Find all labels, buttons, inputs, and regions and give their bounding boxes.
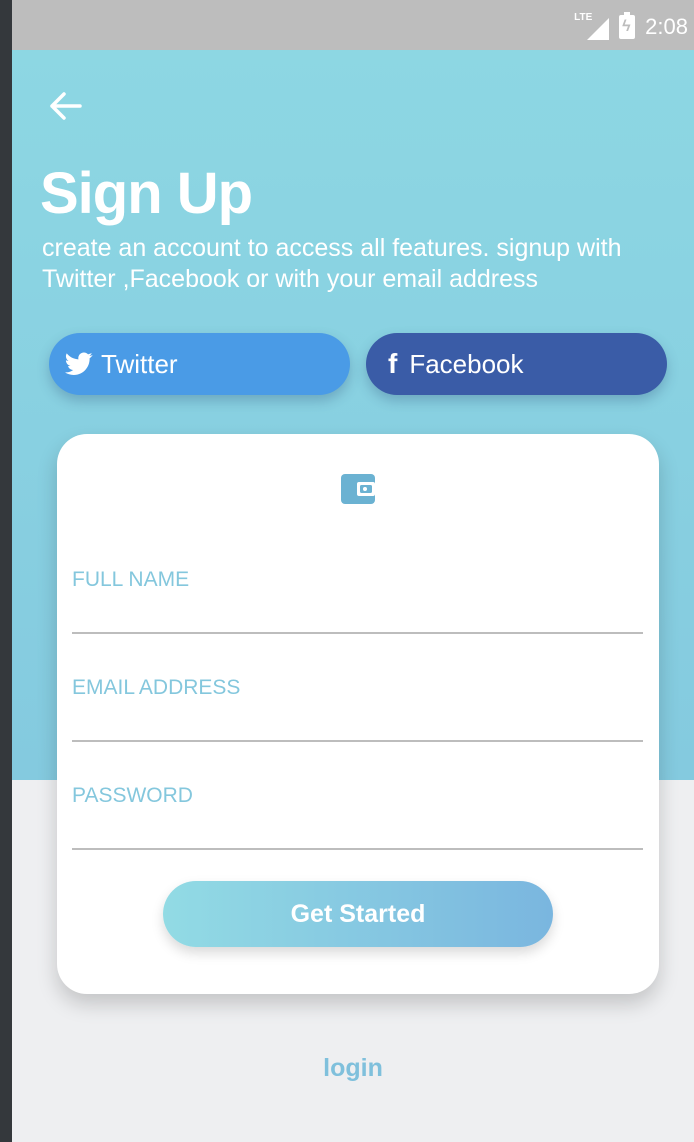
battery-charging-icon: ϟ — [619, 12, 636, 39]
page-title: Sign Up — [40, 161, 253, 226]
password-field-wrapper — [72, 764, 643, 850]
facebook-signup-button[interactable]: f Facebook — [366, 333, 667, 395]
arrow-left-icon — [50, 92, 82, 120]
email-input[interactable] — [72, 656, 643, 740]
back-button[interactable] — [46, 86, 86, 126]
password-input[interactable] — [72, 764, 643, 848]
device-frame-edge — [0, 0, 12, 1142]
full-name-field-wrapper — [72, 548, 643, 634]
twitter-bird-icon — [65, 352, 93, 376]
full-name-input[interactable] — [72, 548, 643, 632]
get-started-button[interactable]: Get Started — [163, 881, 553, 947]
twitter-button-label: Twitter — [101, 348, 178, 379]
lte-signal-icon: LTE — [573, 12, 610, 40]
twitter-signup-button[interactable]: Twitter — [49, 333, 350, 395]
status-bar: LTE ϟ 2:08 — [12, 0, 694, 50]
page-subtitle: create an account to access all features… — [42, 234, 622, 293]
facebook-button-label: Facebook — [409, 348, 524, 379]
wallet-icon — [339, 472, 377, 506]
status-time: 2:08 — [645, 14, 688, 39]
app-screen: LTE ϟ 2:08 Sign Up create an account to … — [12, 0, 694, 1142]
signup-form-card: Get Started — [57, 434, 659, 994]
status-indicators: LTE ϟ 2:08 — [573, 12, 688, 42]
facebook-f-icon: f — [388, 348, 398, 379]
email-field-wrapper — [72, 656, 643, 742]
login-link[interactable]: login — [12, 1054, 694, 1083]
